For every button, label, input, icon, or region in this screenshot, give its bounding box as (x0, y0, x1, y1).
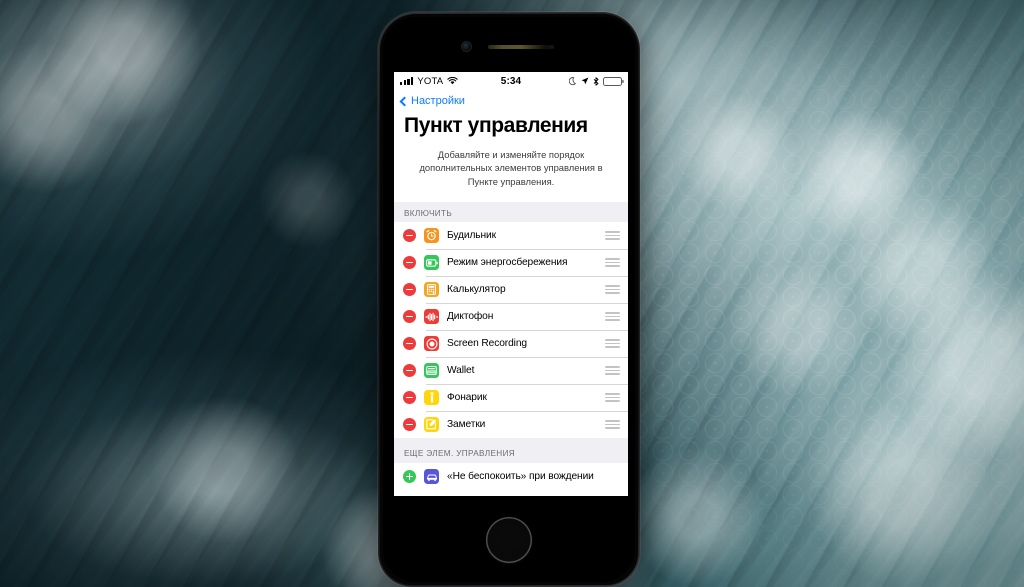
home-button[interactable] (486, 517, 532, 563)
carrier-label: YOTA (417, 75, 444, 87)
section-header-more: ЕЩЕ ЭЛЕМ. УПРАВЛЕНИЯ (394, 438, 628, 464)
list-item-label: Screen Recording (447, 338, 527, 350)
list-item[interactable]: Диктофон (394, 303, 628, 330)
wifi-icon (447, 77, 458, 85)
earpiece-speaker (488, 45, 554, 49)
list-item-label: Будильник (447, 230, 496, 242)
voice-memo-icon (424, 309, 439, 325)
iphone-device: YOTA 5:34 Настройки Пункт управления Доб… (378, 12, 640, 587)
remove-control-button[interactable] (403, 418, 416, 432)
wallet-icon (424, 363, 439, 379)
battery-icon (603, 76, 624, 86)
drag-handle-icon[interactable] (605, 366, 620, 375)
screen-recording-icon (424, 336, 439, 352)
drag-handle-icon[interactable] (605, 285, 620, 294)
bluetooth-icon (593, 76, 599, 86)
remove-control-button[interactable] (403, 256, 416, 270)
cellular-signal-icon (400, 77, 414, 85)
list-item-label: Фонарик (447, 392, 487, 404)
list-item-label: Заметки (447, 419, 486, 431)
list-item-label: Wallet (447, 365, 475, 377)
moon-do-not-disturb-icon (569, 76, 577, 86)
phone-screen: YOTA 5:34 Настройки Пункт управления Доб… (394, 72, 628, 496)
remove-control-button[interactable] (403, 229, 416, 243)
calculator-icon (424, 282, 439, 298)
list-item[interactable]: «Не беспокоить» при вождении (394, 463, 628, 490)
remove-control-button[interactable] (403, 337, 416, 351)
notes-icon (424, 417, 439, 433)
drag-handle-icon[interactable] (605, 420, 620, 429)
remove-control-button[interactable] (403, 364, 416, 378)
remove-control-button[interactable] (403, 283, 416, 297)
list-item[interactable]: Заметки (394, 411, 628, 438)
drag-handle-icon[interactable] (605, 393, 620, 402)
list-item[interactable]: Будильник (394, 222, 628, 249)
flashlight-icon (424, 390, 439, 406)
drag-handle-icon[interactable] (605, 258, 620, 267)
status-bar: YOTA 5:34 (394, 72, 628, 90)
list-item[interactable]: Фонарик (394, 384, 628, 411)
drag-handle-icon[interactable] (605, 339, 620, 348)
back-button-label: Настройки (411, 95, 465, 107)
list-item[interactable]: Режим энергосбережения (394, 249, 628, 276)
list-item[interactable]: Screen Recording (394, 330, 628, 357)
car-dnd-icon (424, 469, 439, 485)
drag-handle-icon[interactable] (605, 231, 620, 240)
list-item[interactable]: Калькулятор (394, 276, 628, 303)
screenshot-stage: YOTA 5:34 Настройки Пункт управления Доб… (0, 0, 1024, 587)
add-control-button[interactable] (403, 470, 416, 484)
front-camera-icon (462, 42, 471, 51)
page-title: Пункт управления (394, 112, 628, 148)
more-controls-list: «Не беспокоить» при вождении (394, 463, 628, 491)
list-item[interactable]: Wallet (394, 357, 628, 384)
remove-control-button[interactable] (403, 310, 416, 324)
section-header-include: ВКЛЮЧИТЬ (394, 202, 628, 223)
remove-control-button[interactable] (403, 391, 416, 405)
location-arrow-icon (581, 77, 589, 85)
back-button[interactable]: Настройки (399, 95, 465, 107)
battery-saver-icon (424, 255, 439, 271)
chevron-left-icon (399, 96, 410, 106)
list-item-label: Диктофон (447, 311, 494, 323)
list-item-label: Калькулятор (447, 284, 506, 296)
page-description: Добавляйте и изменяйте порядок дополните… (394, 148, 628, 203)
status-bar-right (569, 76, 624, 86)
list-item-label: «Не беспокоить» при вождении (447, 471, 594, 483)
navigation-bar: Настройки (394, 90, 628, 112)
drag-handle-icon[interactable] (605, 312, 620, 321)
include-controls-list: Будильник Режим энергосбережения Калькулят… (394, 222, 628, 439)
list-item-label: Режим энергосбережения (447, 257, 568, 269)
status-bar-left: YOTA (400, 76, 458, 87)
alarm-clock-icon (424, 228, 439, 244)
